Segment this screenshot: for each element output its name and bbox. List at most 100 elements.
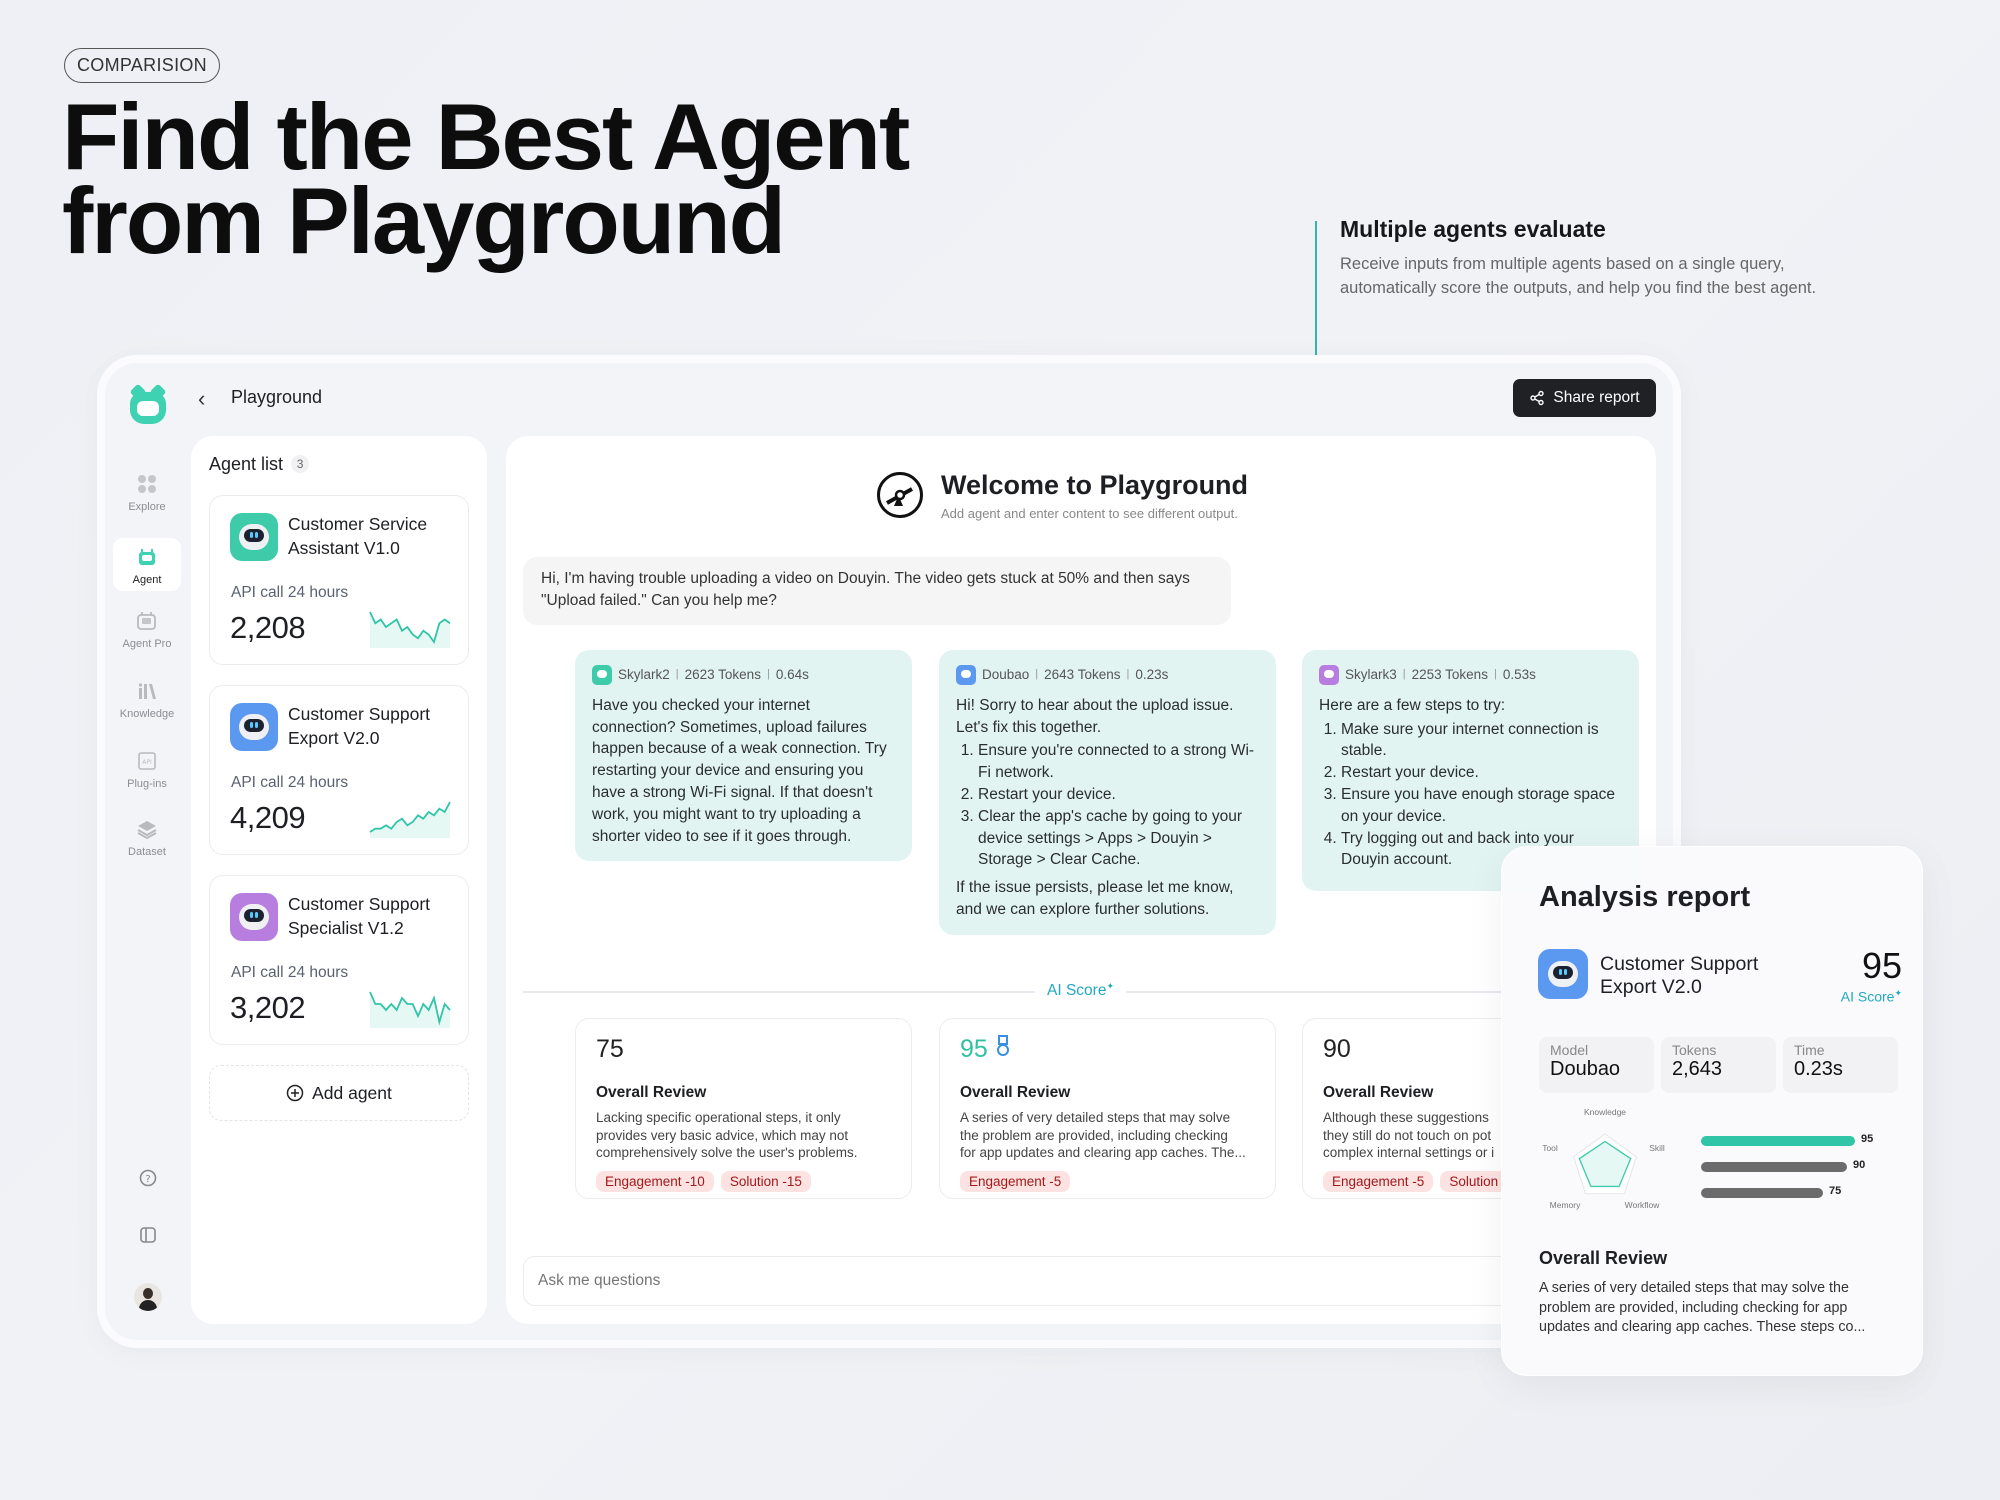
- plus-circle-icon: [286, 1084, 304, 1102]
- report-score-label-text: AI Score: [1840, 988, 1895, 1005]
- response-step: Restart your device.: [978, 784, 1259, 806]
- sidebar-item-plug-ins[interactable]: API Plug-ins: [113, 750, 181, 790]
- callout-title: Multiple agents evaluate: [1340, 216, 1606, 242]
- hero-title: Find the Best Agent from Playground: [62, 90, 910, 268]
- ai-score-text: AI Score: [1047, 982, 1107, 1000]
- api-call-sparkline: [369, 801, 451, 838]
- sidebar-item-explore[interactable]: Explore: [113, 473, 181, 513]
- penalty-tags: Engagement -10 Solution -15: [596, 1171, 891, 1192]
- ai-score-label: AI Score✦: [1035, 981, 1126, 1001]
- response-time: 0.64s: [775, 667, 809, 682]
- score-bar: [1701, 1162, 1847, 1172]
- score-number: 95: [960, 1035, 988, 1063]
- response-outro: If the issue persists, please let me kno…: [956, 879, 1234, 918]
- back-chevron-icon[interactable]: ‹: [198, 386, 205, 412]
- agent-card[interactable]: Customer Support Specialist V1.2 API cal…: [209, 875, 469, 1045]
- sparkline-area: [370, 802, 450, 838]
- sidebar-item-dataset[interactable]: Dataset: [113, 818, 181, 858]
- score-value: 75: [596, 1035, 891, 1071]
- robot-icon: [136, 546, 158, 568]
- agent-metric-value: 3,202: [230, 990, 306, 1025]
- penalty-tag: Engagement -5: [1323, 1171, 1434, 1192]
- agent-avatar: [1538, 949, 1588, 999]
- medal-icon: [996, 1035, 1009, 1056]
- token-count: 2643 Tokens: [1044, 667, 1121, 682]
- agent-name: Customer Support Export V2.0: [288, 704, 431, 748]
- stat-value: Doubao: [1550, 1058, 1621, 1080]
- score-bar-value: 95: [1861, 1133, 1874, 1145]
- radar-axis-label: Skill: [1649, 1143, 1665, 1153]
- agent-avatar: [230, 893, 278, 941]
- agent-response-card: Doubao | 2643 Tokens | 0.23s Hi! Sorry to he…: [939, 650, 1276, 935]
- response-intro: Have you checked your internet connectio…: [592, 696, 887, 845]
- sidebar-item-knowledge[interactable]: Knowledge: [113, 680, 181, 720]
- add-agent-button[interactable]: Add agent: [209, 1065, 469, 1121]
- response-step: Ensure you're connected to a strong Wi-F…: [978, 740, 1259, 784]
- sidebar-item-label: Explore: [128, 501, 166, 513]
- share-report-label: Share report: [1553, 389, 1640, 406]
- response-step: Make sure your internet connection is st…: [1341, 719, 1622, 763]
- sidebar-item-label: Plug-ins: [127, 778, 167, 790]
- sidebar-item-agent-pro[interactable]: Agent Pro: [113, 610, 181, 650]
- response-meta: Skylark3 | 2253 Tokens | 0.53s: [1319, 664, 1622, 686]
- sidebar-item-label: Knowledge: [119, 708, 175, 720]
- penalty-tag: Solution -15: [720, 1171, 811, 1192]
- response-intro: Hi! Sorry to hear about the upload issue…: [956, 696, 1234, 736]
- review-line: the problem are provided, including chec…: [960, 1127, 1228, 1143]
- sidebar-item-label: Dataset: [128, 846, 166, 858]
- app-logo[interactable]: [130, 392, 166, 424]
- stat-value: 2,643: [1672, 1058, 1723, 1080]
- agent-metric-label: API call 24 hours: [231, 584, 349, 601]
- response-step: Clear the app's cache by going to your d…: [978, 806, 1259, 871]
- sparkle-icon: ✦: [1106, 981, 1114, 991]
- sidebar-toggle-icon[interactable]: [138, 1225, 158, 1245]
- model-avatar-icon: [592, 664, 612, 685]
- response-step: Ensure you have enough storage space on …: [1341, 784, 1622, 828]
- page-title: Playground: [231, 387, 323, 407]
- report-score-label: AI Score✦: [1792, 988, 1902, 1005]
- score-number: 90: [1323, 1035, 1351, 1063]
- help-icon[interactable]: ?: [138, 1168, 158, 1188]
- model-name: Skylark2: [618, 667, 670, 682]
- stat-label: Time: [1794, 1042, 1825, 1058]
- sidebar-item-label: Agent: [132, 574, 162, 586]
- review-title: Overall Review: [596, 1084, 707, 1101]
- library-icon: [136, 680, 158, 702]
- token-count: 2253 Tokens: [1411, 667, 1488, 682]
- agent-name: Customer Service Assistant V1.0: [288, 514, 428, 558]
- score-card: 95 Overall Review A series of very detai…: [939, 1018, 1276, 1199]
- playground-icon: [877, 472, 923, 518]
- score-bar: [1701, 1136, 1855, 1146]
- share-report-button[interactable]: Share report: [1513, 379, 1656, 417]
- radar-axis-label: Knowledge: [1584, 1109, 1626, 1117]
- radar-axis-label: Workflow: [1625, 1200, 1661, 1210]
- stat-value: 0.23s: [1794, 1058, 1843, 1080]
- agent-card[interactable]: Customer Service Assistant V1.0 API call…: [209, 495, 469, 665]
- score-bar: [1701, 1188, 1823, 1198]
- score-value: 95: [960, 1035, 1255, 1071]
- question-input[interactable]: [523, 1256, 1645, 1306]
- agent-avatar: [230, 513, 278, 561]
- ai-score-divider: [523, 991, 1503, 993]
- response-time: 0.53s: [1502, 667, 1536, 682]
- penalty-tag: Engagement -10: [596, 1171, 714, 1192]
- score-card: 75 Overall Review Lacking specific opera…: [575, 1018, 912, 1199]
- radar-chart: Knowledge Skill Workflow Memory Tool: [1542, 1109, 1665, 1210]
- agent-metric-value: 2,208: [230, 610, 306, 645]
- response-meta: Skylark2 | 2623 Tokens | 0.64s: [592, 664, 895, 686]
- review-line: for app updates and clearing app caches.…: [960, 1145, 1246, 1160]
- user-avatar[interactable]: [134, 1283, 162, 1311]
- sidebar-item-agent[interactable]: Agent: [113, 538, 181, 591]
- agent-metric-value: 4,209: [230, 800, 306, 835]
- review-line: Lacking specific operational steps, it o…: [596, 1110, 841, 1125]
- response-steps: Ensure you're connected to a strong Wi-F…: [956, 740, 1259, 871]
- grid-icon: [136, 473, 158, 495]
- review-line: provides very basic advice, which may no…: [596, 1127, 849, 1143]
- radar-axis-label: Tool: [1542, 1143, 1558, 1153]
- response-intro: Here are a few steps to try:: [1319, 696, 1506, 714]
- report-review-text: A series of very detailed steps that may…: [1539, 1280, 1866, 1335]
- agent-card[interactable]: Customer Support Export V2.0 API call 24…: [209, 685, 469, 855]
- svg-text:?: ?: [145, 1174, 150, 1185]
- review-text: Lacking specific operational steps, it o…: [596, 1109, 891, 1162]
- score-bar-value: 90: [1853, 1159, 1866, 1171]
